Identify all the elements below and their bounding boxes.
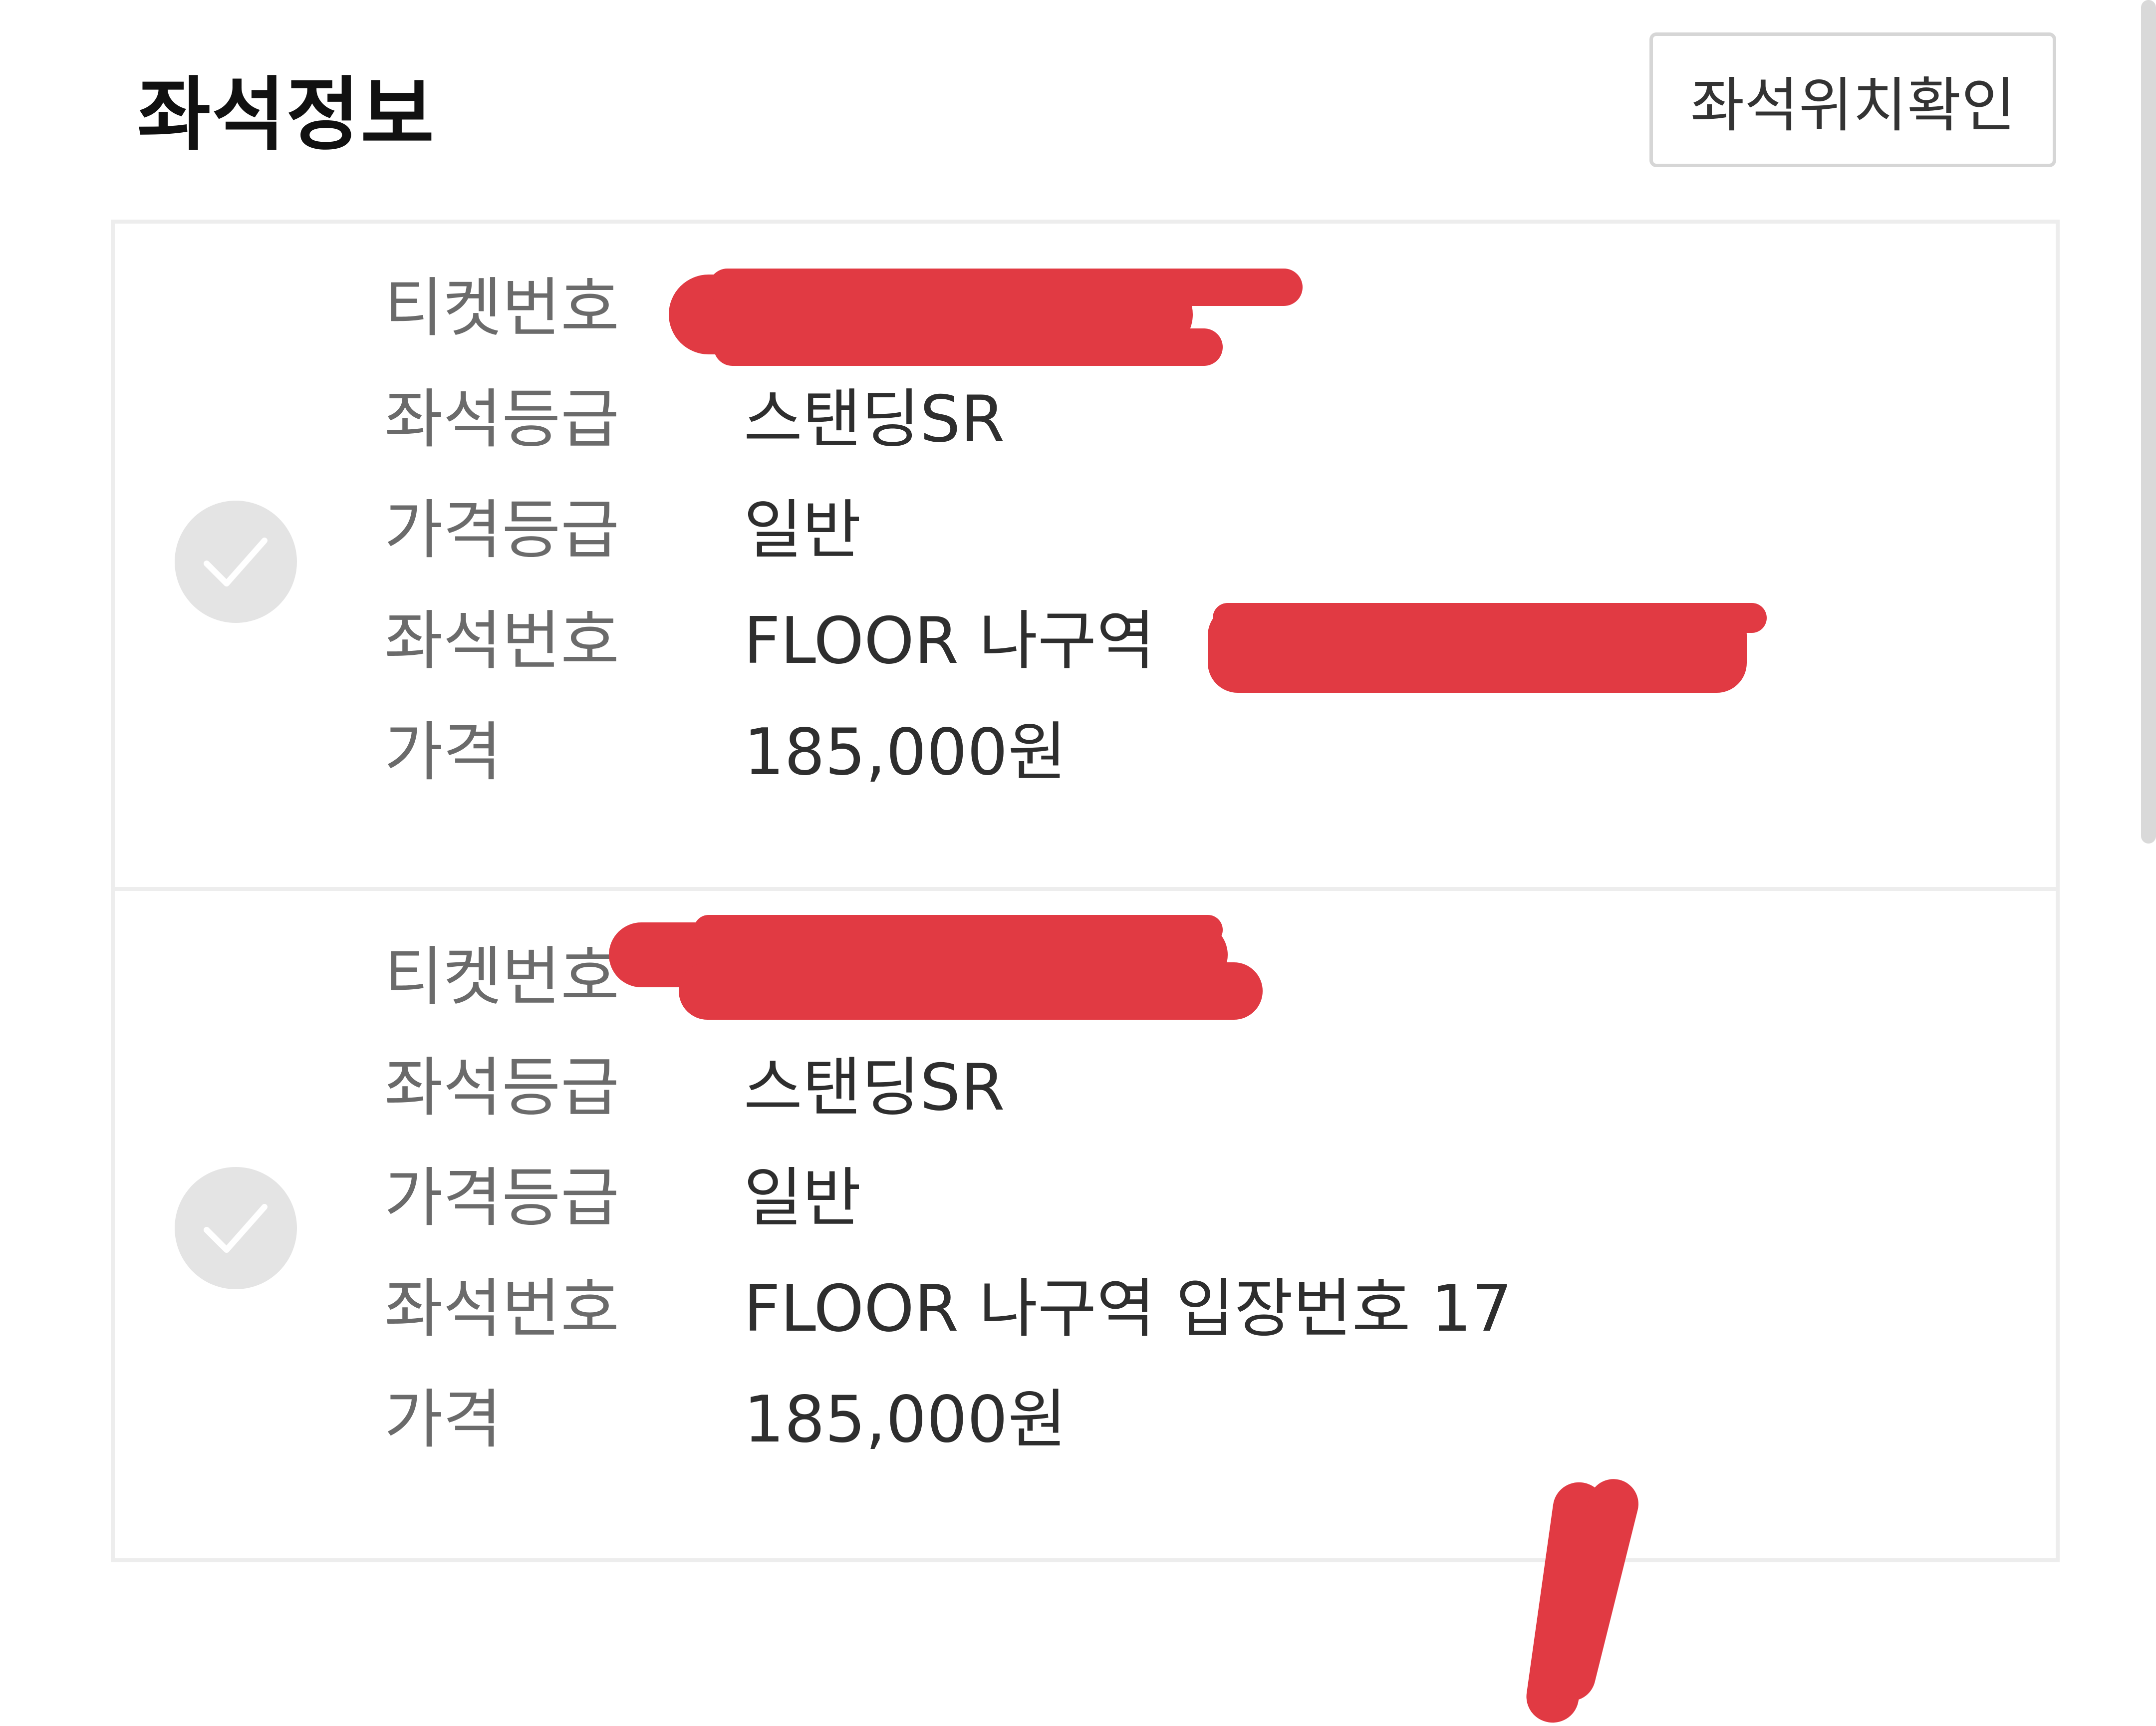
ticket-number-label: 티켓번호 [384,271,620,345]
price-grade-row: 가격등급 일반 [384,1161,1981,1236]
redaction-mark [694,915,1223,945]
seat-number-value: FLOOR 나구역 입장번호 17 [744,1272,1513,1346]
redaction-mark [1213,603,1767,633]
seat-grade-label: 좌석등급 [384,1051,620,1125]
redaction-mark [714,328,1223,366]
seat-grade-value: 스탠딩SR [744,1051,1005,1125]
price-grade-value: 일반 [744,1161,861,1235]
price-label: 가격 [384,715,502,790]
section-title: 좌석정보 [137,68,435,161]
ticket-number-label: 티켓번호 [384,940,620,1014]
seat-location-button[interactable]: 좌석위치확인 [1649,32,2056,167]
price-grade-label: 가격등급 [384,1161,620,1235]
ticket-card: 티켓번호 좌석등급 스탠딩SR 가격등급 일반 좌석번호 FLOOR 나구역 입… [115,895,2056,1726]
price-row: 가격 185,000원 [384,1383,1981,1457]
scrollbar[interactable] [2141,0,2156,844]
seat-number-row: 좌석번호 FLOOR 나구역 입장번호 17 [384,1272,1981,1347]
seat-number-label: 좌석번호 [384,604,620,678]
check-circle-icon[interactable] [175,501,297,623]
seat-grade-label: 좌석등급 [384,382,620,457]
price-label: 가격 [384,1383,502,1457]
price-value: 185,000원 [744,1383,1067,1457]
check-circle-icon[interactable] [175,1167,297,1289]
checkmark-icon [204,1204,268,1253]
seat-grade-row: 좌석등급 스탠딩SR [384,382,1981,457]
redaction-mark [709,269,1303,306]
price-row: 가격 185,000원 [384,715,1981,790]
seat-number-value: FLOOR 나구역 [744,604,1155,678]
price-grade-value: 일반 [744,493,861,568]
price-value: 185,000원 [744,715,1067,790]
seat-number-label: 좌석번호 [384,1272,620,1346]
seat-grade-value: 스탠딩SR [744,382,1005,457]
seat-grade-row: 좌석등급 스탠딩SR [384,1051,1981,1126]
ticket-list: 티켓번호 좌석등급 스탠딩SR 가격등급 일반 좌석번호 FLOOR 나구역 가… [111,220,2060,1726]
price-grade-row: 가격등급 일반 [384,493,1981,568]
checkmark-icon [204,538,268,586]
redaction-mark [679,962,1263,1020]
ticket-card: 티켓번호 좌석등급 스탠딩SR 가격등급 일반 좌석번호 FLOOR 나구역 가… [115,224,2056,891]
price-grade-label: 가격등급 [384,493,620,568]
